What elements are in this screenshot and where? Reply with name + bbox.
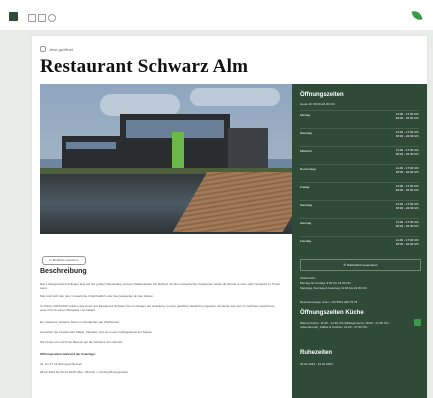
logo[interactable] xyxy=(9,12,18,21)
day-hours: 11:00 - 17:00 Uhr 18:00 - 22:30 Uhr xyxy=(395,148,419,156)
day-name: Dienstag xyxy=(300,131,312,135)
description-paragraph: Man wird sich den dem Umweld die Inhalt … xyxy=(40,294,154,298)
day-name: Sonntag xyxy=(300,221,312,225)
day-name: Mittwoch xyxy=(300,149,312,153)
day-name: Feiertag xyxy=(300,239,312,243)
contact-line: Samstag, Sonntag & Feiertag: 11:00 bis 2… xyxy=(300,286,367,290)
day-name: Samstag xyxy=(300,203,312,207)
description-paragraph: Das Lösingenstrand anliegen liegt auf de… xyxy=(40,282,281,290)
description-heading: Beschreibung xyxy=(40,268,87,275)
cloud xyxy=(190,88,280,106)
day-name: Freitag xyxy=(300,185,310,189)
clock-icon xyxy=(40,46,46,52)
rest-times-title: Ruhezeiten xyxy=(300,350,333,356)
description-paragraph: Im Winter 2015/2016 wurden das Hotel und… xyxy=(40,304,275,312)
expand-icon[interactable] xyxy=(414,319,421,326)
day-name: Donnerstag xyxy=(300,167,316,171)
opening-day-row: Montag 11:00 - 17:00 Uhr 18:00 - 22:30 Uh… xyxy=(300,110,419,120)
day-hours: 11:00 - 17:00 Uhr 18:00 - 22:30 Uhr xyxy=(395,112,419,120)
opening-day-row: Feiertag 11:00 - 17:00 Uhr 18:00 - 22:30 … xyxy=(300,236,419,246)
opening-hours-panel: Öffnungszeiten Heute Di: 09.00-22.00 Uhr… xyxy=(292,84,427,398)
breadcrumb: Jetzt geöffnet xyxy=(40,46,73,52)
cloud xyxy=(100,94,180,116)
opening-day-row: Dienstag 11:00 - 17:00 Uhr 18:00 - 22:30 … xyxy=(300,128,419,138)
opening-day-row: Mittwoch 11:00 - 17:00 Uhr 18:00 - 22:30 … xyxy=(300,146,419,156)
holiday-hours-title: Öffnungszeiten während der Feiertage: xyxy=(40,352,96,356)
contact-line: Telefonisch: xyxy=(300,276,316,280)
building-accent xyxy=(172,132,184,170)
kitchen-hours-text: Warme Küche: 11:00 - 14:30 Uhr (Mittagsm… xyxy=(300,321,389,329)
grid-icon[interactable] xyxy=(28,14,36,22)
today-hours: Heute Di: 09.00-22.00 Uhr xyxy=(300,102,336,106)
hero-photo xyxy=(40,84,292,234)
day-hours: 11:00 - 17:00 Uhr 18:00 - 22:30 Uhr xyxy=(395,220,419,228)
call-reserve-label: Telefonisch reservieren xyxy=(346,263,378,267)
day-name: Montag xyxy=(300,113,311,117)
opening-day-row: Samstag 11:00 - 17:00 Uhr 18:00 - 22:30 U… xyxy=(300,200,419,210)
rest-times-text: 01.01.2024 - 15.01.2024 xyxy=(300,362,333,366)
leaf-icon xyxy=(411,8,423,23)
opening-day-row: Freitag 11:00 - 17:00 Uhr 18:00 - 22:30 U… xyxy=(300,182,419,192)
kitchen-hours-title: Öffnungszeiten Küche xyxy=(300,310,364,316)
search-icon[interactable] xyxy=(48,14,56,22)
description-paragraph: Genießen Sie bestehende Salate, Klassike… xyxy=(40,330,153,334)
breadcrumb-label: Jetzt geöffnet xyxy=(49,46,74,52)
description-paragraph: Es zusehens moderne Stube im Restaurant … xyxy=(40,320,120,324)
day-hours: 11:00 - 17:00 Uhr 18:00 - 22:30 Uhr xyxy=(395,202,419,210)
contact-line: Montag bis Freitag: 9:00 bis 18:00 Uhr xyxy=(300,281,352,285)
building-right xyxy=(228,128,268,170)
building-windows xyxy=(66,142,116,149)
day-hours: 11:00 - 17:00 Uhr 18:00 - 22:30 Uhr xyxy=(395,130,419,138)
description-paragraph: Wir freuen uns auf Ihren Besuch auf die … xyxy=(40,340,123,344)
list-item: 28.12.2024 bis 06.01.2025 offen - Brunch… xyxy=(40,370,129,374)
save-to-list-button[interactable]: In Merkliste speichern xyxy=(42,256,86,265)
day-hours: 11:00 - 17:00 Uhr 18:00 - 22:30 Uhr xyxy=(395,184,419,192)
list-item: 24. bis 27.12.2024 geschlossen xyxy=(40,362,83,366)
page-title: Restaurant Schwarz Alm xyxy=(40,56,249,77)
detail-card: Jetzt geöffnet Restaurant Schwarz Alm In… xyxy=(32,36,427,398)
day-hours: 11:00 - 17:00 Uhr 18:00 - 22:30 Uhr xyxy=(395,238,419,246)
top-bar xyxy=(0,0,433,30)
reservation-note: Reservierungen unter: +43 5512 202 75 75 xyxy=(300,300,358,304)
opening-day-row: Sonntag 11:00 - 17:00 Uhr 18:00 - 22:30 U… xyxy=(300,218,419,228)
list-icon[interactable] xyxy=(38,14,46,22)
call-reserve-button[interactable]: ✆ Telefonisch reservieren xyxy=(300,259,421,271)
opening-hours-title: Öffnungszeiten xyxy=(300,92,344,98)
day-hours: 11:00 - 17:00 Uhr 18:00 - 22:30 Uhr xyxy=(395,166,419,174)
opening-day-row: Donnerstag 11:00 - 17:00 Uhr 18:00 - 22:3… xyxy=(300,164,419,174)
